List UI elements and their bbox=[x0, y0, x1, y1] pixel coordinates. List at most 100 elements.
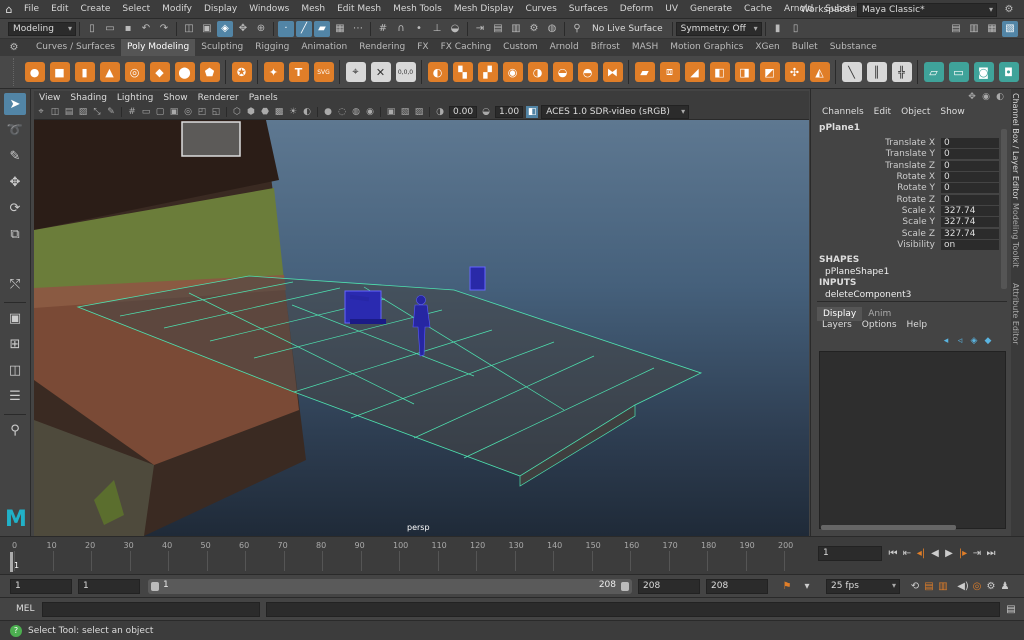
menu-windows[interactable]: Windows bbox=[243, 0, 295, 19]
viewport-menu-renderer[interactable]: Renderer bbox=[193, 93, 244, 103]
current-frame-field[interactable]: 1 bbox=[818, 546, 882, 561]
settings-icon[interactable]: ⚙ bbox=[1001, 2, 1017, 18]
attribute-name[interactable]: Scale X bbox=[811, 206, 941, 216]
shelf-tab-curves-surfaces[interactable]: Curves / Surfaces bbox=[30, 39, 121, 56]
undo-icon[interactable]: ↶ bbox=[138, 21, 154, 37]
attribute-row[interactable]: Visibility on bbox=[811, 239, 1011, 250]
toggle-attr-editor-icon[interactable]: ▤ bbox=[948, 21, 964, 37]
animation-start-field[interactable]: 1 bbox=[10, 579, 72, 594]
automatic-mapping-icon[interactable]: ◘ bbox=[998, 62, 1019, 82]
spherical-mapping-icon[interactable]: ◙ bbox=[973, 62, 994, 82]
new-scene-icon[interactable]: ▯ bbox=[84, 21, 100, 37]
field-chart-icon[interactable]: ◎ bbox=[182, 106, 194, 118]
layer-menu-layers[interactable]: Layers bbox=[817, 320, 857, 330]
2d-pan-zoom-icon[interactable]: ⤡ bbox=[91, 106, 103, 118]
go-to-end-icon[interactable]: ⏭ bbox=[984, 546, 998, 560]
component-mode-icon[interactable]: ◈ bbox=[217, 20, 233, 37]
triangulate-icon[interactable]: ◭ bbox=[809, 62, 830, 82]
shelf-tab-mash[interactable]: MASH bbox=[626, 39, 664, 56]
snap-grid-icon[interactable]: # bbox=[375, 21, 391, 37]
shelf-tab-rigging[interactable]: Rigging bbox=[249, 39, 295, 56]
select-joints-icon[interactable]: ⊕ bbox=[253, 21, 269, 37]
color-management-icon[interactable]: ◧ bbox=[526, 105, 539, 118]
menu-curves[interactable]: Curves bbox=[520, 0, 563, 19]
tab-attribute-editor[interactable]: Attribute Editor bbox=[1011, 279, 1020, 349]
shelf-tab-fx[interactable]: FX bbox=[411, 39, 434, 56]
layer-menu-help[interactable]: Help bbox=[902, 320, 933, 330]
object-mode-icon[interactable]: ▣ bbox=[199, 21, 215, 37]
attribute-name[interactable]: Translate Y bbox=[811, 149, 941, 159]
viewport-menu-lighting[interactable]: Lighting bbox=[112, 93, 158, 103]
four-view-layout-icon[interactable]: ⊞ bbox=[4, 333, 26, 355]
attribute-name[interactable]: Visibility bbox=[811, 240, 941, 250]
shelf-settings-icon[interactable]: ⚙ bbox=[6, 40, 22, 56]
menu-edit[interactable]: Edit bbox=[45, 0, 74, 19]
shelf-tab-animation[interactable]: Animation bbox=[295, 39, 353, 56]
smooth-icon[interactable]: ◉ bbox=[502, 62, 523, 82]
svg-tool-icon[interactable]: SVG bbox=[313, 62, 334, 82]
menu-mesh[interactable]: Mesh bbox=[295, 0, 331, 19]
menu-surfaces[interactable]: Surfaces bbox=[563, 0, 614, 19]
attribute-name[interactable]: Rotate Z bbox=[811, 195, 941, 205]
search-icon[interactable]: ⚲ bbox=[4, 419, 26, 441]
xray-icon[interactable]: ▧ bbox=[399, 106, 411, 118]
shape-node[interactable]: pPlaneShape1 bbox=[811, 267, 1011, 279]
transform-icon[interactable]: ✥ bbox=[966, 91, 978, 103]
insert-edge-loop-icon[interactable]: ║ bbox=[866, 62, 887, 82]
attribute-name[interactable]: Scale Z bbox=[811, 229, 941, 239]
gamma-icon[interactable]: ◒ bbox=[480, 106, 492, 118]
grease-pencil-icon[interactable]: ✎ bbox=[105, 106, 117, 118]
layer-list[interactable] bbox=[819, 351, 1006, 529]
shelf-tab-motion-graphics[interactable]: Motion Graphics bbox=[664, 39, 749, 56]
shelf-tab-custom[interactable]: Custom bbox=[497, 39, 543, 56]
image-plane-icon[interactable]: ▨ bbox=[77, 106, 89, 118]
move-layer-up-icon[interactable]: ◂ bbox=[940, 335, 952, 347]
viewport-menu-show[interactable]: Show bbox=[158, 93, 192, 103]
menu-modify[interactable]: Modify bbox=[156, 0, 198, 19]
camera-attributes-icon[interactable]: ◫ bbox=[49, 106, 61, 118]
attribute-value[interactable]: 327.74 bbox=[941, 205, 999, 216]
append-poly-icon[interactable]: ◨ bbox=[734, 62, 755, 82]
key-marker-icon[interactable]: ⚑ bbox=[780, 579, 794, 593]
bookmark-icon[interactable]: ▤ bbox=[63, 106, 75, 118]
character-set-icon[interactable]: ♟ bbox=[998, 579, 1012, 593]
attribute-row[interactable]: Translate X0 bbox=[811, 138, 1011, 149]
step-back-key-icon[interactable]: ⇤ bbox=[900, 546, 914, 560]
poly-cube-icon[interactable]: ■ bbox=[49, 62, 70, 82]
wireframe-on-shaded-icon[interactable]: ⬣ bbox=[259, 106, 271, 118]
channel-box-scrollbar[interactable] bbox=[1001, 129, 1007, 289]
toggle-channel-box-icon[interactable]: ▧ bbox=[1002, 20, 1018, 37]
menu-mesh-display[interactable]: Mesh Display bbox=[448, 0, 520, 19]
input-node[interactable]: deleteComponent3 bbox=[811, 290, 1011, 302]
xray-joints-icon[interactable]: ▨ bbox=[413, 106, 425, 118]
attribute-row[interactable]: Scale Y 327.74 bbox=[811, 217, 1011, 228]
gate-mask-icon[interactable]: ▣ bbox=[168, 106, 180, 118]
menu-cache[interactable]: Cache bbox=[738, 0, 778, 19]
channel-box-menu-channels[interactable]: Channels bbox=[817, 107, 869, 117]
last-tool-icon[interactable]: ⤲ bbox=[4, 273, 26, 295]
select-by-face-icon[interactable]: ▰ bbox=[314, 20, 330, 37]
input-ops-icon[interactable]: ⇥ bbox=[472, 21, 488, 37]
audio-icon[interactable]: ◀) bbox=[956, 579, 970, 593]
offset-edge-loop-icon[interactable]: ╬ bbox=[891, 62, 912, 82]
rotate-tool-icon[interactable]: ⟳ bbox=[4, 197, 26, 219]
attribute-row[interactable]: Scale X 327.74 bbox=[811, 205, 1011, 216]
attribute-row[interactable]: Translate Y0 bbox=[811, 149, 1011, 160]
select-misc-icon[interactable]: ⋯ bbox=[350, 21, 366, 37]
cache-icon[interactable]: ▤ bbox=[922, 579, 936, 593]
attribute-value[interactable]: 327.74 bbox=[941, 217, 999, 228]
poly-sphere-icon[interactable]: ● bbox=[24, 62, 45, 82]
tab-channel-box-layer-editor[interactable]: Channel Box / Layer Editor bbox=[1011, 89, 1020, 200]
attribute-name[interactable]: Translate X bbox=[811, 138, 941, 148]
workspace-dropdown[interactable]: Maya Classic* bbox=[857, 2, 997, 17]
ui-element-1-icon[interactable]: ▮ bbox=[770, 21, 786, 37]
smooth-shade-icon[interactable]: ⬢ bbox=[245, 106, 257, 118]
attribute-row[interactable]: Rotate Z0 bbox=[811, 194, 1011, 205]
ui-element-2-icon[interactable]: ▯ bbox=[788, 21, 804, 37]
tab-modeling-toolkit[interactable]: Modeling Toolkit bbox=[1011, 199, 1020, 279]
lock-icon[interactable]: ◐ bbox=[994, 91, 1006, 103]
motion-blur-icon[interactable]: ◌ bbox=[336, 106, 348, 118]
viewport-menu-panels[interactable]: Panels bbox=[244, 93, 283, 103]
auto-key-icon[interactable]: ◎ bbox=[970, 579, 984, 593]
poly-cone-icon[interactable]: ▲ bbox=[99, 62, 120, 82]
